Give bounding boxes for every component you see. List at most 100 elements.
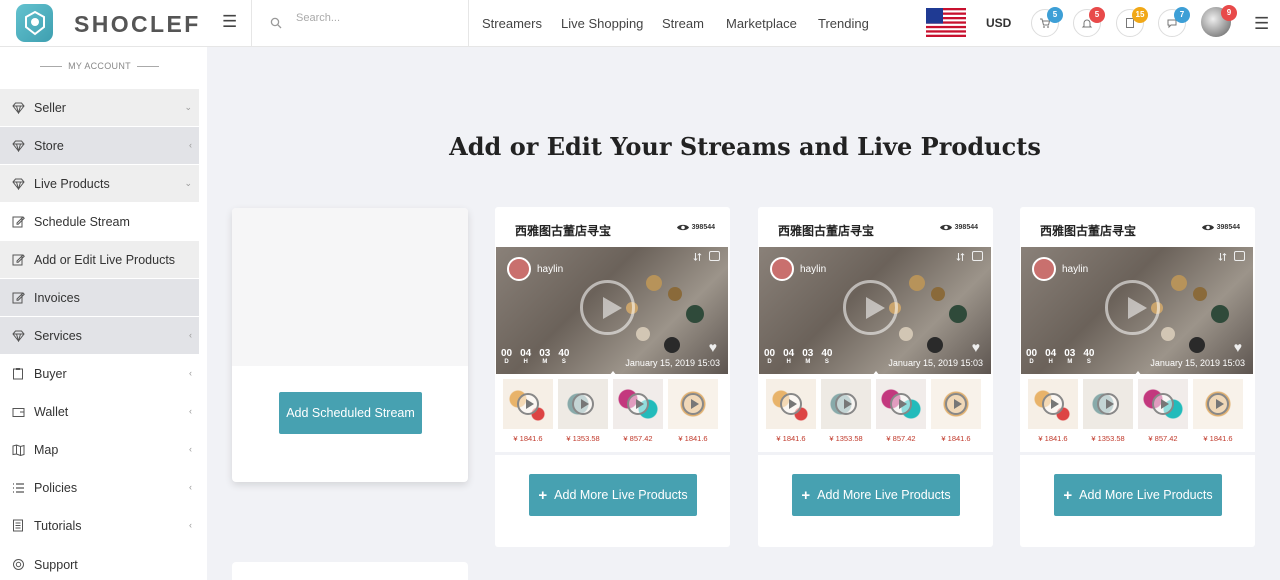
sidebar-item-seller[interactable]: Seller ⌄ — [0, 89, 199, 126]
list-icon — [10, 482, 26, 494]
live-product-item[interactable]: ¥ 1353.58 — [1083, 379, 1133, 443]
sidebar-item-policies[interactable]: Policies ‹ — [0, 469, 199, 506]
product-thumbnail[interactable] — [1028, 379, 1078, 429]
product-thumbnail[interactable] — [668, 379, 718, 429]
play-icon[interactable] — [580, 280, 635, 335]
play-icon[interactable] — [1105, 280, 1160, 335]
gallery-icon[interactable] — [972, 251, 983, 261]
nav-live-shopping[interactable]: Live Shopping — [561, 16, 643, 31]
stream-video-preview[interactable]: haylin ⮃ ♥ 00 D 04 H 03 M 40 S January 15, 2019 15:… — [496, 247, 728, 374]
sidebar-item-label: Seller — [34, 100, 66, 115]
live-product-item[interactable]: ¥ 1353.58 — [558, 379, 608, 443]
stream-card[interactable]: 西雅图古董店寻宝 398544 haylin ⮃ ♥ 00 D 04 H 03 M 40 S Januar… — [495, 207, 730, 547]
host-info[interactable]: haylin — [507, 257, 563, 281]
add-scheduled-stream-button[interactable]: Add Scheduled Stream — [279, 392, 422, 434]
play-icon[interactable] — [1042, 393, 1064, 415]
orders-button[interactable]: 15 — [1116, 7, 1148, 37]
product-thumbnail[interactable] — [613, 379, 663, 429]
host-info[interactable]: haylin — [770, 257, 826, 281]
play-icon[interactable] — [517, 393, 539, 415]
stream-card[interactable]: 西雅图古董店寻宝 398544 haylin ⮃ ♥ 00 D 04 H 03 M 40 S Januar… — [758, 207, 993, 547]
host-avatar[interactable] — [1032, 257, 1056, 281]
play-icon[interactable] — [780, 393, 802, 415]
live-product-item[interactable]: ¥ 1841.6 — [1028, 379, 1078, 443]
user-avatar[interactable]: 9 — [1201, 5, 1237, 37]
sidebar-item-add-or-edit-live-products[interactable]: Add or Edit Live Products — [0, 241, 199, 278]
heart-icon[interactable]: ♥ — [972, 339, 980, 355]
share-icon[interactable]: ⮃ — [956, 252, 965, 265]
sidebar-item-invoices[interactable]: Invoices — [0, 279, 199, 316]
stream-name[interactable]: 西雅图古董店寻宝 — [778, 222, 874, 239]
notifications-button[interactable]: 5 — [1073, 7, 1105, 37]
play-icon[interactable] — [1207, 393, 1229, 415]
share-icon[interactable]: ⮃ — [1218, 252, 1227, 265]
sidebar-item-services[interactable]: Services ‹ — [0, 317, 199, 354]
brand-logo[interactable] — [16, 4, 53, 42]
stream-name[interactable]: 西雅图古董店寻宝 — [1040, 222, 1136, 239]
sidebar-item-wallet[interactable]: Wallet ‹ — [0, 393, 199, 430]
live-product-item[interactable]: ¥ 1841.6 — [766, 379, 816, 443]
messages-button[interactable]: 7 — [1158, 7, 1190, 37]
host-info[interactable]: haylin — [1032, 257, 1088, 281]
live-product-item[interactable]: ¥ 857.42 — [876, 379, 926, 443]
sidebar-item-live-products[interactable]: Live Products ⌄ — [0, 165, 199, 202]
menu-toggle-icon[interactable]: ☰ — [222, 13, 237, 30]
countdown-unit: 40 S — [558, 349, 569, 367]
live-product-item[interactable]: ¥ 857.42 — [1138, 379, 1188, 443]
currency-selector[interactable]: USD — [986, 16, 1011, 30]
add-more-live-products-button[interactable]: + Add More Live Products — [792, 474, 960, 516]
product-thumbnail[interactable] — [1138, 379, 1188, 429]
live-product-item[interactable]: ¥ 1841.6 — [931, 379, 981, 443]
sidebar-item-support[interactable]: Support — [0, 546, 199, 580]
play-icon[interactable] — [1097, 393, 1119, 415]
search-input[interactable] — [296, 9, 456, 27]
sidebar-item-map[interactable]: Map ‹ — [0, 431, 199, 468]
play-icon[interactable] — [627, 393, 649, 415]
product-thumbnail[interactable] — [876, 379, 926, 429]
nav-trending[interactable]: Trending — [818, 16, 869, 31]
play-icon[interactable] — [572, 393, 594, 415]
add-more-live-products-button[interactable]: + Add More Live Products — [529, 474, 697, 516]
share-icon[interactable]: ⮃ — [693, 252, 702, 265]
stream-card[interactable]: 西雅图古董店寻宝 398544 haylin ⮃ ♥ 00 D 04 H 03 M 40 S Januar… — [1020, 207, 1255, 547]
sidebar-item-store[interactable]: Store ‹ — [0, 127, 199, 164]
product-thumbnail[interactable] — [558, 379, 608, 429]
play-icon[interactable] — [835, 393, 857, 415]
sidebar-item-schedule-stream[interactable]: Schedule Stream — [0, 203, 199, 240]
play-icon[interactable] — [843, 280, 898, 335]
live-product-item[interactable]: ¥ 1841.6 — [1193, 379, 1243, 443]
nav-streamers[interactable]: Streamers — [482, 16, 542, 31]
nav-stream[interactable]: Stream — [662, 16, 704, 31]
stream-video-preview[interactable]: haylin ⮃ ♥ 00 D 04 H 03 M 40 S January 15, 2019 15:… — [1021, 247, 1253, 374]
brand-name[interactable]: SHOCLEF — [74, 11, 201, 38]
play-icon[interactable] — [890, 393, 912, 415]
us-flag-icon[interactable] — [926, 8, 966, 37]
live-product-item[interactable]: ¥ 857.42 — [613, 379, 663, 443]
heart-icon[interactable]: ♥ — [1234, 339, 1242, 355]
product-thumbnail[interactable] — [1193, 379, 1243, 429]
cart-button[interactable]: 5 — [1031, 7, 1063, 37]
heart-icon[interactable]: ♥ — [709, 339, 717, 355]
stream-video-preview[interactable]: haylin ⮃ ♥ 00 D 04 H 03 M 40 S January 15, 2019 15:… — [759, 247, 991, 374]
product-thumbnail[interactable] — [1083, 379, 1133, 429]
play-icon[interactable] — [682, 393, 704, 415]
gallery-icon[interactable] — [1234, 251, 1245, 261]
live-product-item[interactable]: ¥ 1353.58 — [821, 379, 871, 443]
play-icon[interactable] — [945, 393, 967, 415]
sidebar-item-tutorials[interactable]: Tutorials ‹ — [0, 507, 199, 544]
add-more-live-products-button[interactable]: + Add More Live Products — [1054, 474, 1222, 516]
play-icon[interactable] — [1152, 393, 1174, 415]
stream-name[interactable]: 西雅图古董店寻宝 — [515, 222, 611, 239]
gallery-icon[interactable] — [709, 251, 720, 261]
host-avatar[interactable] — [770, 257, 794, 281]
product-thumbnail[interactable] — [931, 379, 981, 429]
live-product-item[interactable]: ¥ 1841.6 — [668, 379, 718, 443]
product-thumbnail[interactable] — [503, 379, 553, 429]
nav-marketplace[interactable]: Marketplace — [726, 16, 797, 31]
live-product-item[interactable]: ¥ 1841.6 — [503, 379, 553, 443]
product-thumbnail[interactable] — [766, 379, 816, 429]
sidebar-item-buyer[interactable]: Buyer ‹ — [0, 355, 199, 392]
more-menu-icon[interactable]: ☰ — [1254, 15, 1269, 32]
product-thumbnail[interactable] — [821, 379, 871, 429]
host-avatar[interactable] — [507, 257, 531, 281]
